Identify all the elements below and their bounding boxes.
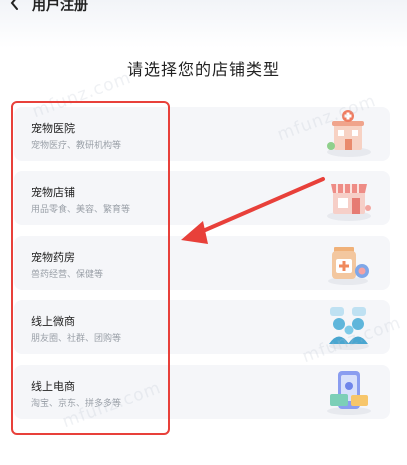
card-label: 宠物药房 <box>31 251 75 264</box>
back-button[interactable] <box>6 0 24 12</box>
header-title: 用户注册 <box>32 0 88 14</box>
store-type-card-pet-shop[interactable]: 宠物店铺 用品零食、美容、繁育等 <box>14 171 390 225</box>
store-type-card-wechat-business[interactable]: 线上微商 朋友圈、社群、团购等 <box>14 300 390 354</box>
card-description: 淘宝、京东、拼多多等 <box>31 399 122 409</box>
card-description: 朋友圈、社群、团购等 <box>31 334 122 344</box>
page-title: 请选择您的店铺类型 <box>126 60 280 79</box>
store-type-card-pet-hospital[interactable]: 宠物医院 宠物医疗、教研机构等 <box>14 107 390 161</box>
card-label: 线上微商 <box>31 315 75 328</box>
wechat-business-icon <box>329 307 369 350</box>
card-description: 用品零食、美容、繁育等 <box>31 205 131 215</box>
pet-pharmacy-icon <box>328 247 369 285</box>
store-type-card-ecommerce[interactable]: 线上电商 淘宝、京东、拼多多等 <box>14 365 390 419</box>
card-label: 宠物医院 <box>31 122 75 135</box>
store-type-card-pet-pharmacy[interactable]: 宠物药房 兽药经营、保健等 <box>14 236 390 290</box>
ecommerce-icon <box>327 371 371 415</box>
pet-shop-icon <box>327 184 371 221</box>
pet-hospital-icon <box>327 110 371 157</box>
card-label: 线上电商 <box>31 380 75 393</box>
card-description: 兽药经营、保健等 <box>31 270 104 280</box>
card-label: 宠物店铺 <box>31 186 75 199</box>
chevron-left-icon <box>10 0 18 10</box>
header-bar: 用户注册 <box>0 0 407 48</box>
card-description: 宠物医疗、教研机构等 <box>31 141 122 151</box>
